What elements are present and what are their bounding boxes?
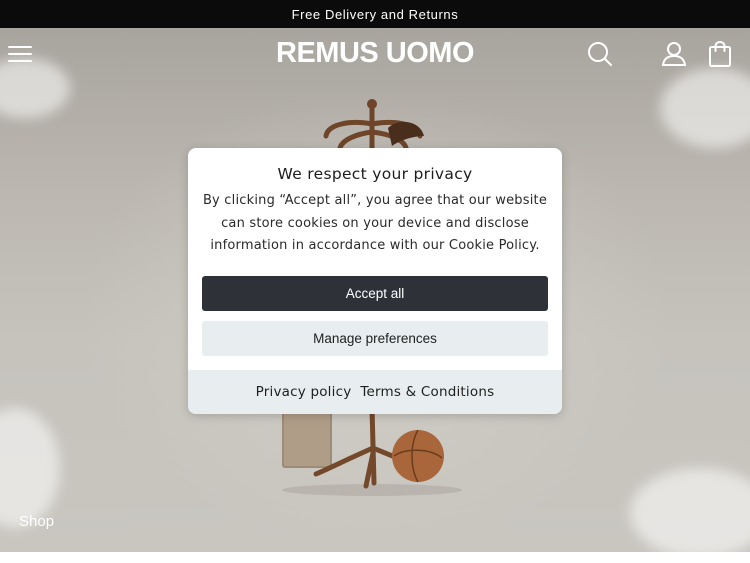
accept-all-button[interactable]: Accept all (202, 276, 548, 311)
cart-icon[interactable] (706, 40, 734, 68)
menu-icon[interactable] (8, 43, 34, 65)
terms-conditions-link[interactable]: Terms & Conditions (360, 384, 494, 400)
account-icon[interactable] (660, 40, 688, 68)
privacy-policy-link[interactable]: Privacy policy (256, 384, 352, 400)
site-header: REMUS UOMO (0, 28, 750, 82)
cookie-footer: Privacy policy Terms & Conditions (188, 370, 562, 414)
shop-link[interactable]: Shop (19, 513, 54, 530)
announcement-bar: Free Delivery and Returns (0, 0, 750, 28)
cookie-description: By clicking “Accept all”, you agree that… (202, 193, 548, 253)
brand-logo-text[interactable]: REMUS UOMO (276, 37, 475, 69)
manage-preferences-button[interactable]: Manage preferences (202, 321, 548, 356)
cookie-title: We respect your privacy (277, 165, 473, 183)
brand-logo: REMUS UOMO (0, 37, 750, 70)
search-icon[interactable] (586, 40, 614, 68)
cookie-consent-modal: We respect your privacy By clicking “Acc… (188, 148, 562, 414)
announcement-text: Free Delivery and Returns (291, 6, 459, 22)
